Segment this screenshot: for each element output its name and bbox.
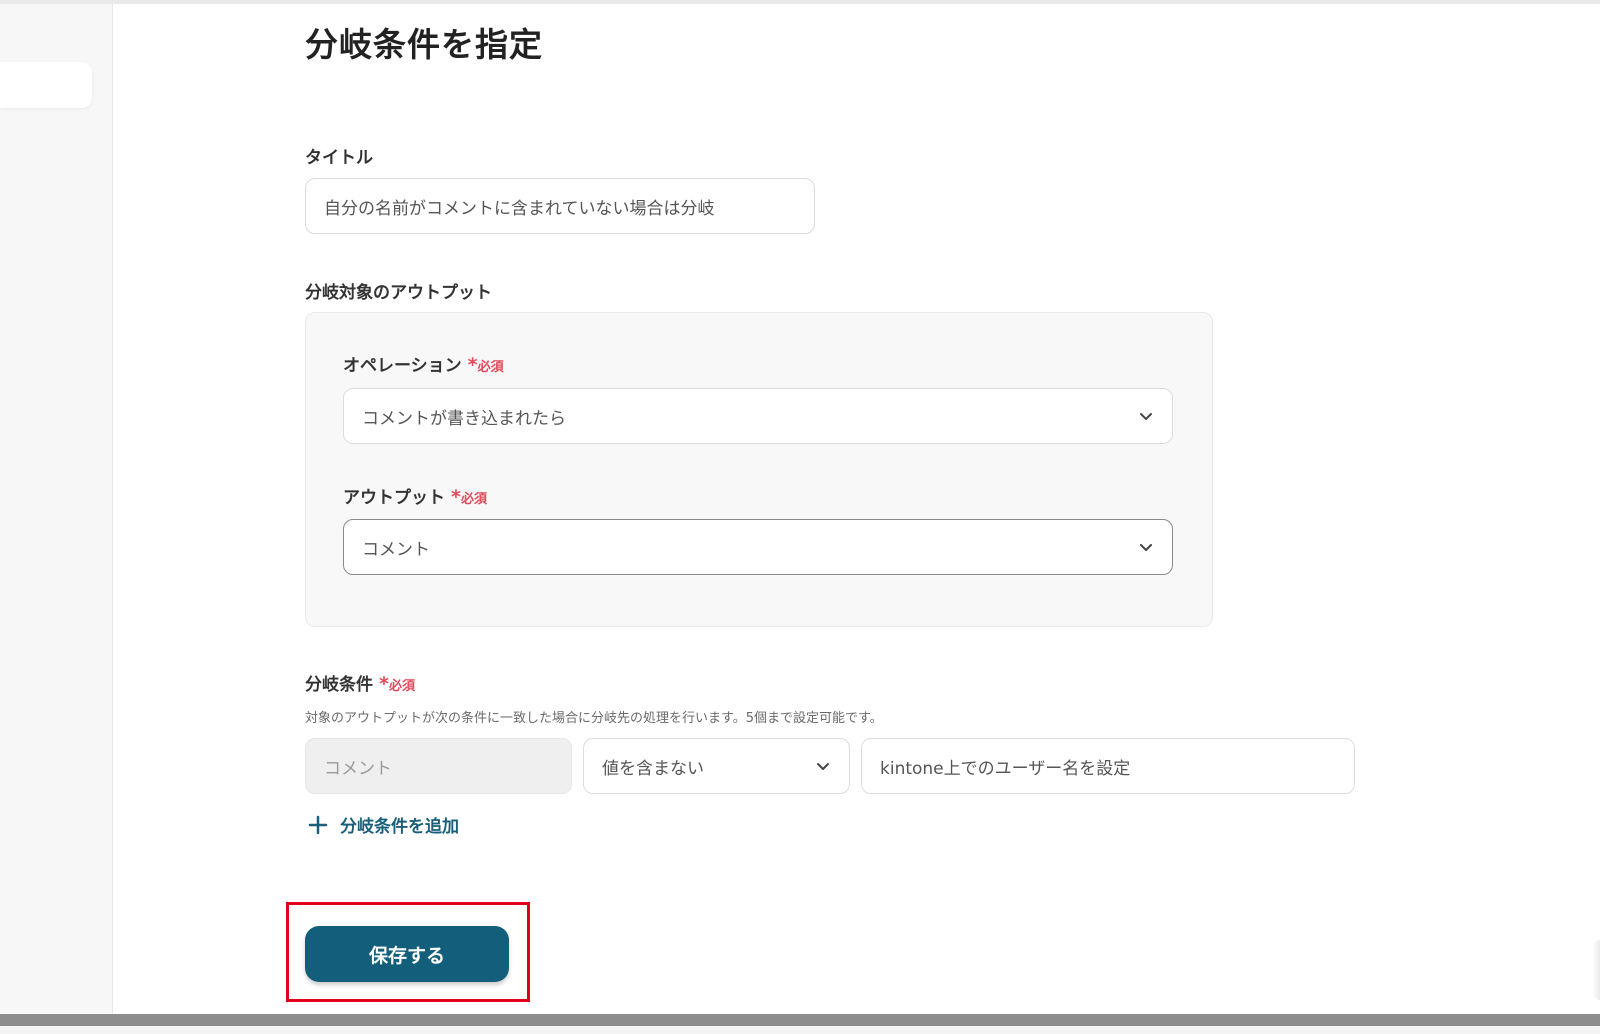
bottom-strip — [0, 1026, 1600, 1034]
operation-label-text: オペレーション — [343, 356, 462, 376]
required-text: 必須 — [477, 360, 504, 375]
title-label: タイトル — [305, 148, 373, 168]
output-panel: オペレーション *必須 コメントが書き込まれたら アウトプット *必須 コメント — [305, 312, 1213, 627]
output-label-text: アウトプット — [343, 488, 445, 508]
plus-icon — [308, 815, 328, 834]
condition-field-readonly: コメント — [305, 738, 572, 794]
output-select-value: コメント — [362, 539, 430, 560]
sidebar-item[interactable] — [0, 62, 92, 108]
output-section-label: 分岐対象のアウトプット — [305, 283, 492, 303]
bottom-bar — [0, 1014, 1600, 1026]
chevron-down-icon — [1140, 413, 1152, 420]
chevron-down-icon — [1140, 544, 1152, 551]
operator-select-value: 値を含まない — [602, 758, 704, 779]
output-select[interactable]: コメント — [343, 519, 1173, 575]
required-text: 必須 — [388, 679, 415, 694]
output-label: アウトプット *必須 — [343, 483, 487, 508]
title-input[interactable]: 自分の名前がコメントに含まれていない場合は分岐 — [305, 178, 815, 234]
add-condition-label: 分岐条件を追加 — [340, 817, 459, 837]
condition-value-input[interactable]: kintone上でのユーザー名を設定 — [861, 738, 1355, 794]
top-border — [0, 0, 1600, 4]
required-star: * — [451, 486, 461, 508]
condition-label-text: 分岐条件 — [305, 675, 373, 695]
required-star: * — [379, 673, 389, 695]
save-button[interactable]: 保存する — [305, 926, 509, 982]
title-input-value: 自分の名前がコメントに含まれていない場合は分岐 — [324, 198, 715, 219]
operator-select[interactable]: 値を含まない — [583, 738, 850, 794]
required-text: 必須 — [460, 492, 487, 507]
add-condition-link[interactable]: 分岐条件を追加 — [308, 812, 459, 837]
operation-select[interactable]: コメントが書き込まれたら — [343, 388, 1173, 444]
scroll-edge — [1592, 940, 1600, 1000]
operation-select-value: コメントが書き込まれたら — [362, 408, 566, 429]
required-star: * — [467, 354, 478, 376]
sidebar — [0, 4, 113, 1014]
condition-label: 分岐条件 *必須 — [305, 670, 415, 695]
operation-label: オペレーション *必須 — [343, 351, 504, 376]
condition-field-value: コメント — [324, 758, 392, 779]
condition-value-text: kintone上でのユーザー名を設定 — [880, 758, 1131, 779]
chevron-down-icon — [817, 763, 829, 770]
page-title: 分岐条件を指定 — [305, 25, 543, 64]
condition-hint: 対象のアウトプットが次の条件に一致した場合に分岐先の処理を行います。5個まで設定… — [305, 711, 883, 726]
